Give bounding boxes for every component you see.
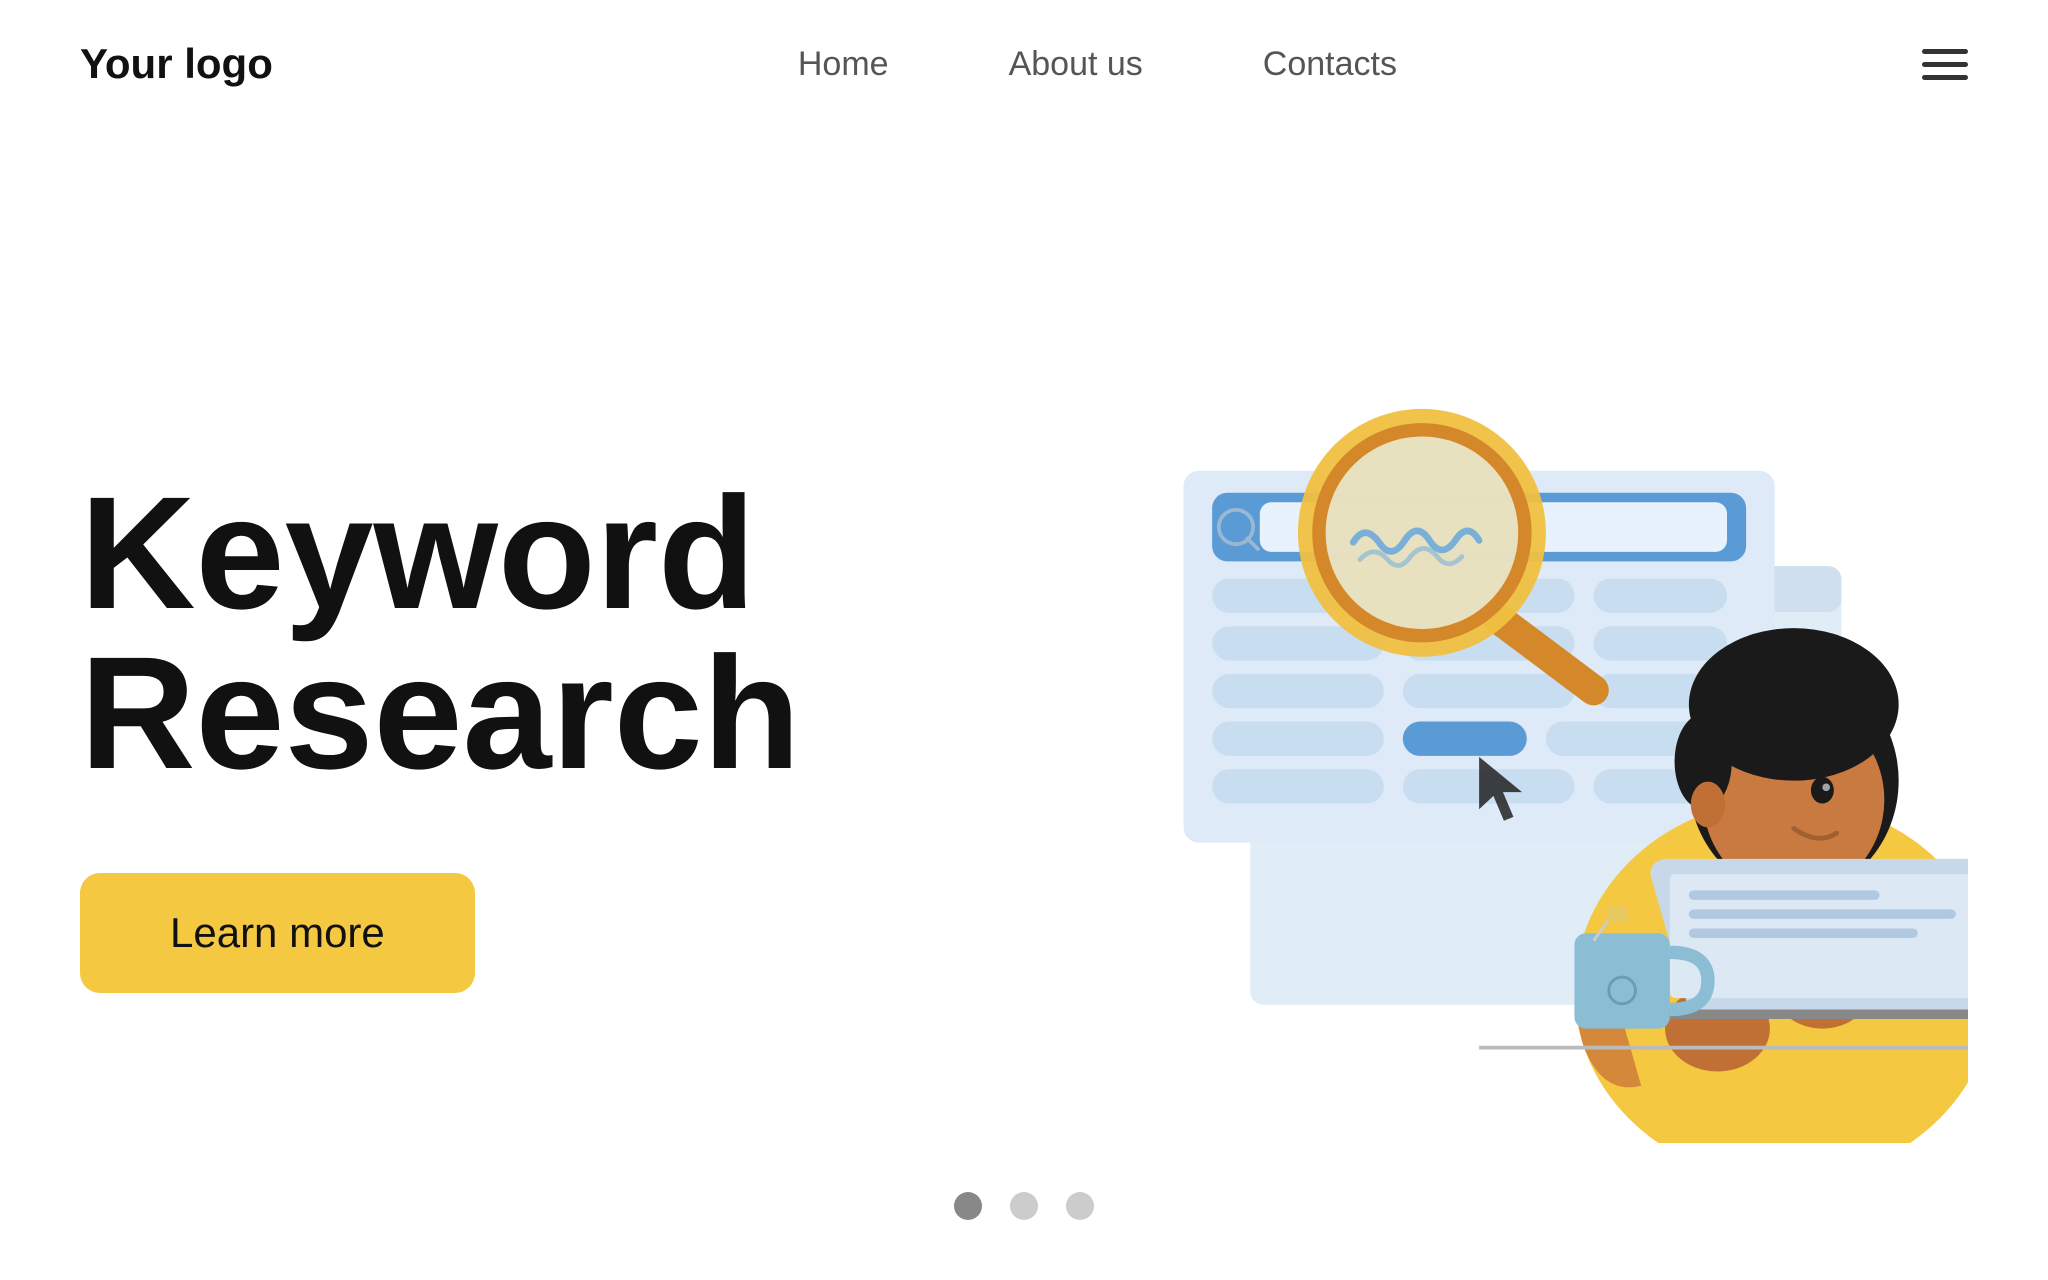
learn-more-button[interactable]: Learn more xyxy=(80,873,475,993)
hero-illustration xyxy=(800,323,1968,1143)
dot-1[interactable] xyxy=(954,1192,982,1220)
illustration-svg xyxy=(800,323,1968,1143)
hamburger-menu[interactable] xyxy=(1922,49,1968,80)
hero-title: Keyword Research xyxy=(80,473,800,793)
nav-contacts[interactable]: Contacts xyxy=(1263,45,1397,84)
nav-home[interactable]: Home xyxy=(798,45,889,84)
navbar: Your logo Home About us Contacts xyxy=(0,0,2048,128)
dot-3[interactable] xyxy=(1066,1192,1094,1220)
logo: Your logo xyxy=(80,40,273,88)
hero-text: Keyword Research Learn more xyxy=(80,473,800,993)
carousel-dots xyxy=(954,1192,1094,1220)
nav-about[interactable]: About us xyxy=(1009,45,1143,84)
nav-links: Home About us Contacts xyxy=(798,45,1397,84)
dot-2[interactable] xyxy=(1010,1192,1038,1220)
hero-section: Keyword Research Learn more xyxy=(0,128,2048,1278)
